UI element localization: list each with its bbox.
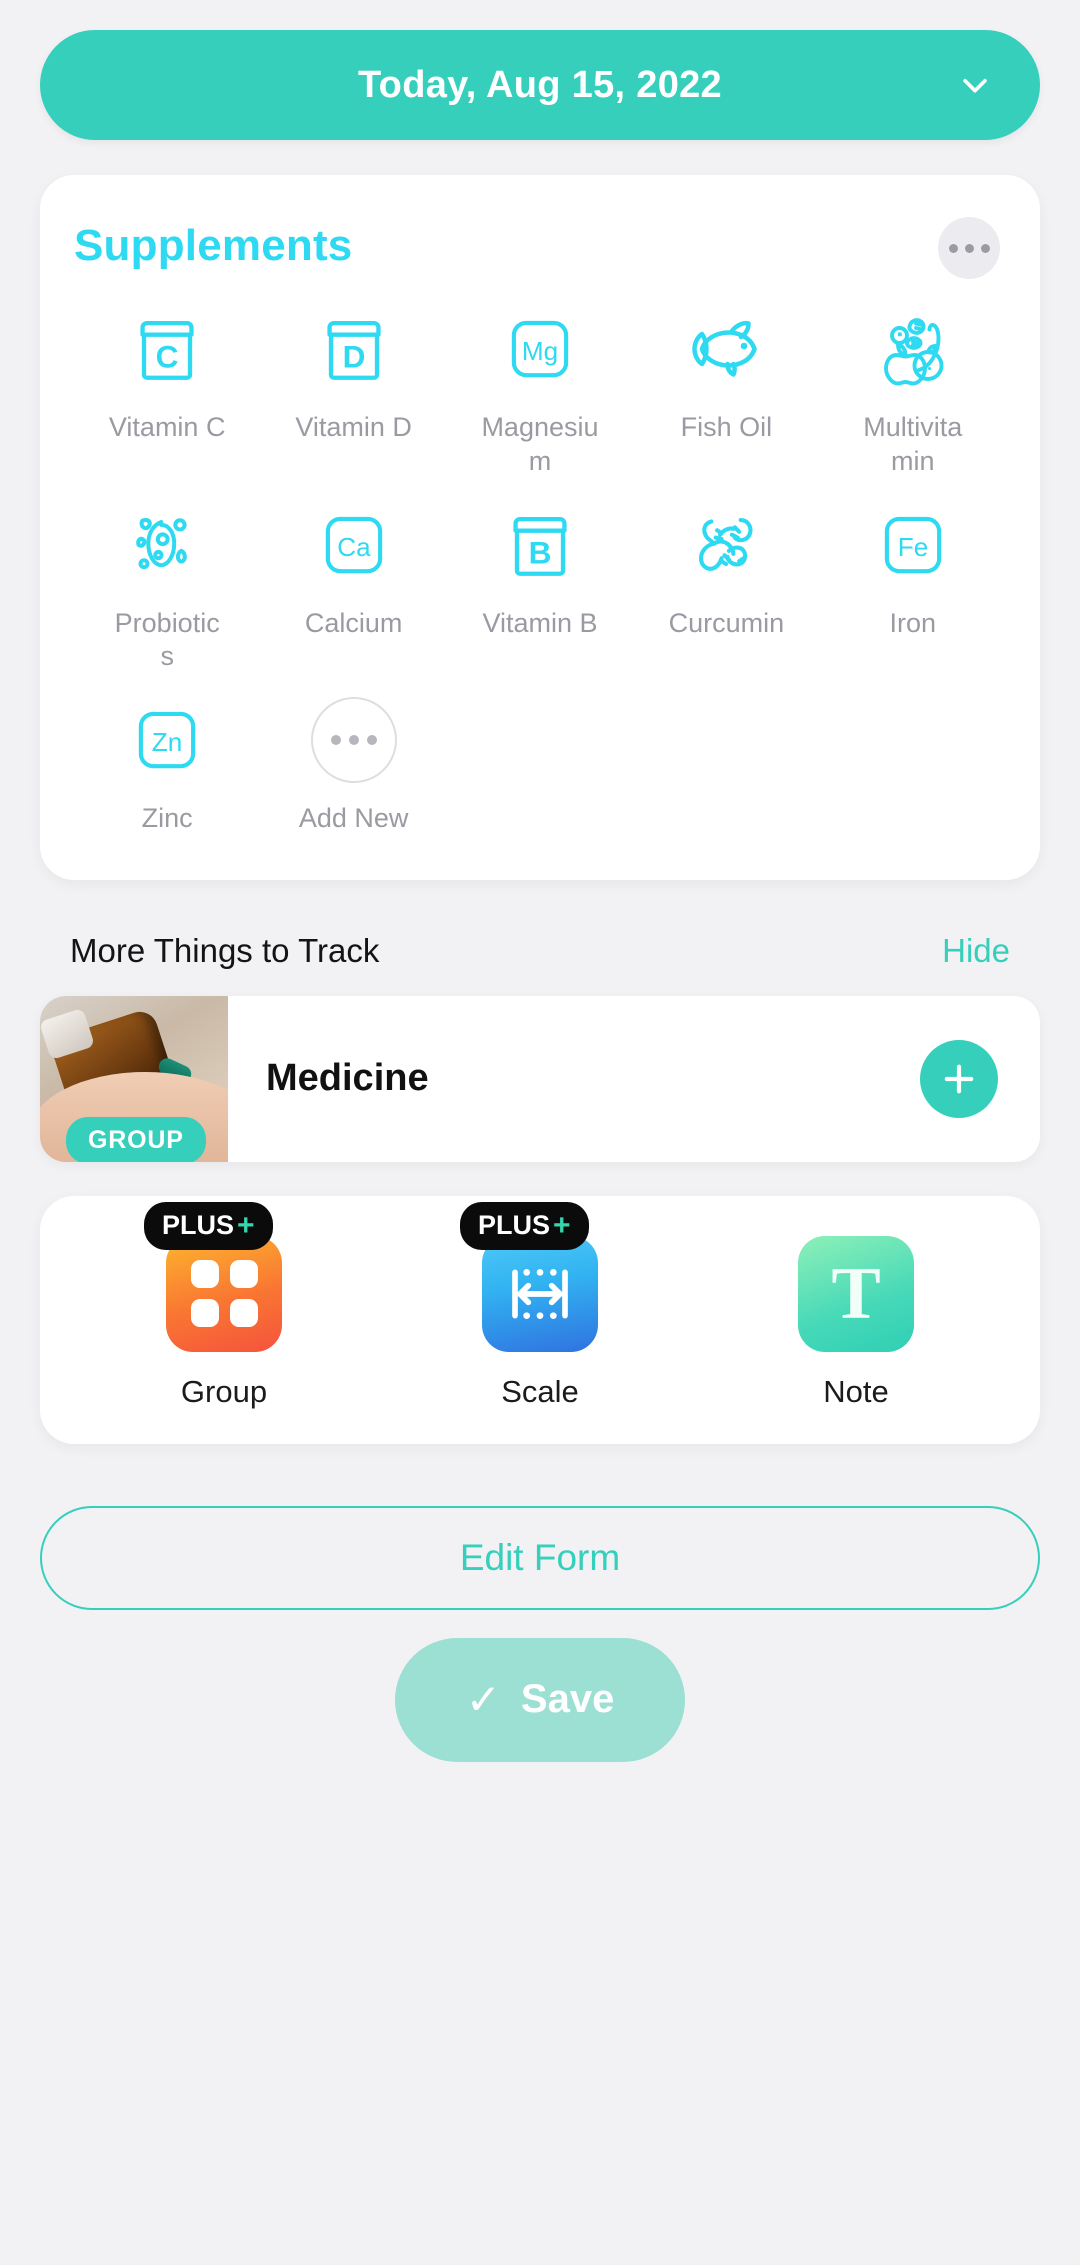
grid-square bbox=[190, 1299, 219, 1328]
svg-text:C: C bbox=[156, 339, 179, 375]
supplement-item-iron[interactable]: Fe Iron bbox=[820, 493, 1006, 675]
pill-bottle-d-icon: D bbox=[302, 297, 406, 401]
svg-text:D: D bbox=[342, 339, 365, 375]
supplement-item-probiotics[interactable]: Probiotics bbox=[74, 493, 260, 675]
svg-text:Fe: Fe bbox=[898, 532, 928, 562]
svg-text:Zn: Zn bbox=[152, 727, 182, 757]
plus-badge-text: PLUS bbox=[478, 1210, 551, 1241]
more-horizontal-icon[interactable] bbox=[938, 217, 1000, 279]
element-fe-icon: Fe bbox=[861, 493, 965, 597]
supplement-label: Vitamin D bbox=[295, 412, 412, 442]
add-medicine-button[interactable] bbox=[920, 1039, 998, 1118]
tool-group[interactable]: PLUS + Group bbox=[144, 1201, 282, 1410]
supplement-item-magnesium[interactable]: Mg Magnesium bbox=[447, 297, 633, 479]
chevron-down-icon[interactable] bbox=[958, 68, 992, 102]
supplement-label: Magnesium bbox=[481, 412, 599, 476]
current-date-label: Today, Aug 15, 2022 bbox=[357, 63, 722, 106]
save-label: Save bbox=[520, 1677, 615, 1722]
svg-text:Mg: Mg bbox=[522, 336, 558, 366]
tool-label: Scale bbox=[501, 1373, 579, 1409]
bacteria-icon bbox=[115, 493, 219, 597]
date-selector-bar[interactable]: Today, Aug 15, 2022 bbox=[40, 30, 1040, 140]
letter-t-glyph: T bbox=[831, 1252, 881, 1335]
save-button-wrap: ✓ Save bbox=[40, 1637, 1040, 1762]
element-ca-icon: Ca bbox=[302, 493, 406, 597]
supplement-label: Add New bbox=[298, 803, 409, 833]
dot bbox=[330, 735, 341, 745]
edit-form-button[interactable]: Edit Form bbox=[40, 1505, 1040, 1610]
element-zn-icon: Zn bbox=[115, 688, 219, 792]
supplement-label: Probiotics bbox=[114, 607, 220, 672]
supplement-item-vitamin-c[interactable]: C Vitamin C bbox=[74, 297, 260, 479]
grid-square bbox=[229, 1260, 258, 1289]
plus-premium-badge: PLUS + bbox=[460, 1201, 589, 1250]
supplement-item-vitamin-b[interactable]: B Vitamin B bbox=[447, 493, 633, 675]
supplement-item-add-new[interactable]: Add New bbox=[260, 688, 446, 836]
supplement-item-calcium[interactable]: Ca Calcium bbox=[260, 493, 446, 675]
tool-note[interactable]: T Note bbox=[798, 1235, 914, 1410]
supplement-label: Zinc bbox=[141, 803, 193, 833]
supplement-item-vitamin-d[interactable]: D Vitamin D bbox=[260, 297, 446, 479]
supplement-label: Iron bbox=[889, 607, 937, 638]
fruits-icon bbox=[861, 297, 965, 401]
plus-badge-symbol: + bbox=[553, 1208, 571, 1242]
status-badge: GROUP bbox=[66, 1116, 206, 1162]
plus-badge-text: PLUS bbox=[162, 1210, 235, 1241]
supplements-title: Supplements bbox=[74, 221, 353, 270]
grid-squares-icon bbox=[166, 1235, 282, 1352]
pill-bottle-c-icon: C bbox=[115, 297, 219, 401]
supplement-item-fish-oil[interactable]: Fish Oil bbox=[633, 297, 819, 479]
grid-square bbox=[190, 1260, 219, 1289]
add-new-dots-icon bbox=[302, 688, 406, 792]
dot bbox=[348, 735, 359, 745]
dot bbox=[366, 735, 377, 745]
tool-label: Group bbox=[180, 1373, 268, 1409]
grid-square bbox=[229, 1299, 258, 1328]
svg-text:Ca: Ca bbox=[337, 532, 371, 562]
supplements-card: Supplements C Vitamin C D Vitamin D Mg M… bbox=[40, 175, 1040, 880]
pill-bottle-b-icon: B bbox=[488, 493, 592, 597]
supplement-label: Curcumin bbox=[668, 607, 785, 638]
plus-badge-symbol: + bbox=[237, 1208, 255, 1242]
add-new-circle bbox=[310, 697, 397, 783]
text-note-icon: T bbox=[798, 1235, 914, 1352]
plus-icon bbox=[944, 1064, 974, 1094]
supplements-grid: C Vitamin C D Vitamin D Mg Magnesium Fis… bbox=[74, 297, 1006, 836]
supplement-label: Calcium bbox=[304, 607, 403, 638]
scale-arrow-icon bbox=[482, 1235, 598, 1352]
medicine-label: Medicine bbox=[266, 1057, 429, 1100]
more-things-header: More Things to Track Hide bbox=[40, 932, 1040, 970]
tool-label: Note bbox=[823, 1373, 889, 1409]
check-icon: ✓ bbox=[465, 1675, 501, 1723]
plus-premium-badge: PLUS + bbox=[144, 1201, 273, 1250]
grid-squares bbox=[190, 1260, 258, 1328]
more-things-title: More Things to Track bbox=[70, 931, 380, 969]
turmeric-root-icon bbox=[674, 493, 778, 597]
supplement-item-multivitamin[interactable]: Multivitamin bbox=[820, 297, 1006, 479]
supplement-label: Multivitamin bbox=[863, 412, 963, 476]
save-button[interactable]: ✓ Save bbox=[395, 1637, 685, 1762]
supplement-label: Fish Oil bbox=[680, 412, 773, 442]
app-screen: Today, Aug 15, 2022 Supplements C Vitami… bbox=[0, 30, 1080, 2265]
tools-card: PLUS + Group PLUS + Scale T Note bbox=[40, 1195, 1040, 1444]
medicine-row[interactable]: GROUP Medicine bbox=[40, 995, 1040, 1162]
dot bbox=[964, 243, 974, 253]
dot bbox=[948, 243, 958, 253]
element-mg-icon: Mg bbox=[488, 297, 592, 401]
supplement-item-zinc[interactable]: Zn Zinc bbox=[74, 688, 260, 836]
tools-list: PLUS + Group PLUS + Scale T Note bbox=[66, 1201, 1014, 1410]
tool-scale[interactable]: PLUS + Scale bbox=[460, 1201, 598, 1410]
edit-form-label: Edit Form bbox=[459, 1536, 621, 1578]
hide-button[interactable]: Hide bbox=[942, 932, 1010, 970]
supplement-item-curcumin[interactable]: Curcumin bbox=[633, 493, 819, 675]
supplement-label: Vitamin C bbox=[108, 412, 226, 442]
svg-text:B: B bbox=[529, 534, 552, 570]
supplement-label: Vitamin B bbox=[482, 607, 598, 638]
fish-icon bbox=[674, 297, 778, 401]
dot bbox=[980, 243, 990, 253]
